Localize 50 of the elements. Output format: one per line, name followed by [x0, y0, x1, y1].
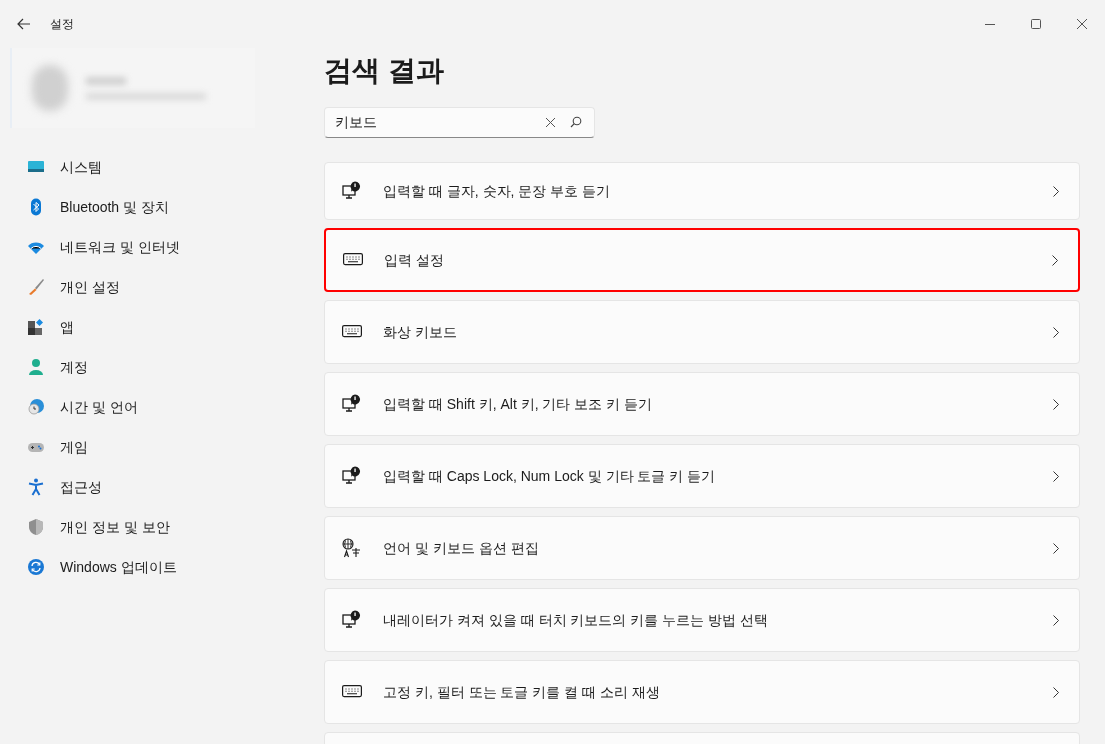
search-icon [570, 116, 582, 128]
search-field[interactable]: 키보드 [324, 107, 595, 138]
search-result[interactable]: 고정 키, 필터 또는 토글 키를 켤 때 소리 재생 [324, 660, 1080, 724]
narrator-icon [342, 181, 362, 201]
accessibility-icon [27, 478, 45, 496]
blurred-name [86, 76, 126, 85]
search-result[interactable]: 입력 설정 [324, 228, 1080, 292]
nav-item[interactable]: 앱 [10, 309, 285, 345]
chevron-icon [1053, 398, 1059, 410]
nav-item[interactable]: 개인 설정 [10, 269, 285, 305]
person-icon [27, 358, 45, 376]
chevron-icon [1053, 542, 1059, 554]
narrator-icon [342, 610, 362, 630]
search-result[interactable]: 입력할 때 Caps Lock, Num Lock 및 기타 토글 키 듣기 [324, 444, 1080, 508]
nav-item[interactable]: Bluetooth 및 장치 [10, 189, 285, 225]
minimize-icon [985, 23, 995, 25]
nav-item[interactable]: 네트워크 및 인터넷 [10, 229, 285, 265]
nav-item[interactable]: 시스템 [10, 149, 285, 185]
search-result[interactable]: 입력할 때 Shift 키, Alt 키, 기타 보조 키 듣기 [324, 372, 1080, 436]
clock-globe-icon [27, 398, 45, 416]
chevron-icon [1053, 614, 1059, 626]
window-title: 설정 [50, 16, 74, 33]
brush-icon [27, 278, 45, 296]
language-icon [342, 538, 362, 558]
avatar-icon [32, 65, 68, 111]
maximize-icon [1031, 19, 1041, 29]
narrator-icon [342, 466, 362, 486]
chevron-icon [1053, 470, 1059, 482]
chevron-icon [1053, 185, 1059, 197]
chevron-icon [1053, 686, 1059, 698]
close-icon [1077, 19, 1087, 29]
apps-icon [27, 318, 45, 336]
nav-item[interactable]: 계정 [10, 349, 285, 385]
search-result[interactable]: 언어 및 키보드 옵션 편집 [324, 516, 1080, 580]
narrator-icon [342, 394, 362, 414]
nav-item[interactable]: 접근성 [10, 469, 285, 505]
nav-item[interactable]: Windows 업데이트 [10, 549, 285, 585]
nav-item[interactable]: 개인 정보 및 보안 [10, 509, 285, 545]
nav-item[interactable]: 게임 [10, 429, 285, 465]
search-result[interactable]: 화상 키보드 [324, 300, 1080, 364]
chevron-icon [1053, 326, 1059, 338]
back-arrow-icon [17, 18, 31, 30]
nav-item[interactable]: 시간 및 언어 [10, 389, 285, 425]
update-icon [27, 558, 45, 576]
search-result[interactable]: 입력할 때 글자, 숫자, 문장 부호 듣기 [324, 162, 1080, 220]
page-title: 검색 결과 [324, 57, 444, 85]
chevron-icon [1052, 254, 1058, 266]
shield-icon [27, 518, 45, 536]
clear-icon [545, 117, 555, 127]
search-result[interactable]: 내레이터가 켜져 있을 때 터치 키보드의 키를 누르는 방법 선택 [324, 588, 1080, 652]
